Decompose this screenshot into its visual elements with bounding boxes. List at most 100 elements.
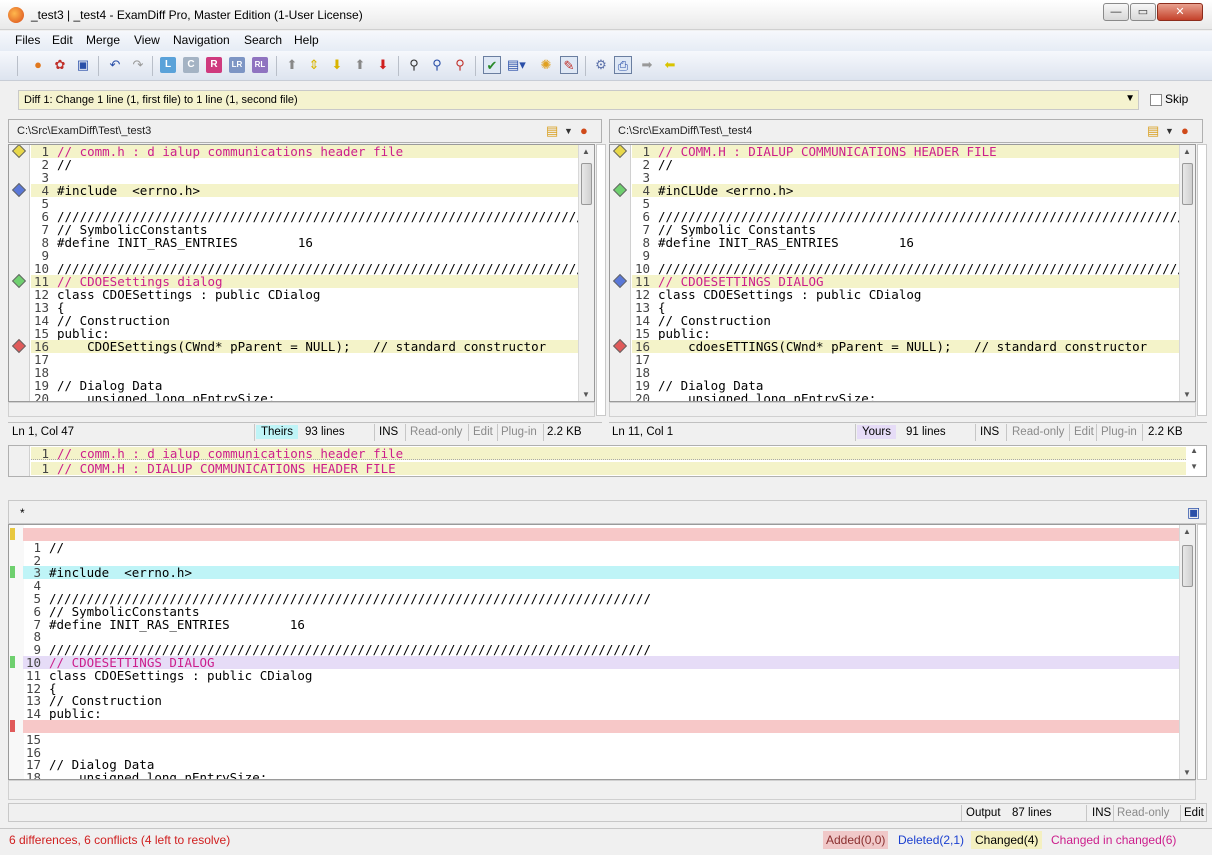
- code-line[interactable]: 8 #define INIT_RAS_ENTRIES 16: [31, 236, 578, 249]
- code-line[interactable]: 11 class CDOESettings : public CDialog: [23, 669, 1179, 682]
- output-tab[interactable]: *: [20, 506, 25, 520]
- copy-left-right-icon[interactable]: LR: [229, 57, 245, 73]
- menu-edit[interactable]: Edit: [52, 33, 73, 47]
- diff-description[interactable]: Diff 1: Change 1 line (1, first file) to…: [18, 90, 1139, 110]
- right-overview-strip[interactable]: [1197, 144, 1207, 416]
- open-icon[interactable]: ●: [29, 56, 47, 74]
- scroll-thumb[interactable]: [1182, 545, 1193, 587]
- menu-view[interactable]: View: [134, 33, 160, 47]
- minimize-button[interactable]: —: [1103, 3, 1129, 21]
- skip-checkbox[interactable]: Skip: [1150, 92, 1188, 106]
- up-icon[interactable]: ⬆: [283, 56, 301, 74]
- checkbox-box[interactable]: [1150, 93, 1162, 106]
- right-horizontal-scrollbar[interactable]: [609, 402, 1196, 417]
- scroll-down-icon[interactable]: ▼: [1190, 462, 1198, 471]
- code-line[interactable]: 12 class CDOESettings : public CDialog: [31, 288, 578, 301]
- chevron-down-icon[interactable]: ▼: [1125, 93, 1135, 104]
- scroll-down-icon[interactable]: ▼: [582, 390, 590, 399]
- copy-right-left-icon[interactable]: RL: [252, 57, 268, 73]
- first-icon[interactable]: ⬆: [351, 56, 369, 74]
- menu-navigation[interactable]: Navigation: [173, 33, 230, 47]
- print-icon[interactable]: ⎙: [614, 56, 632, 74]
- code-line[interactable]: 4 #inCLUde <errno.h>: [632, 184, 1179, 197]
- right-vertical-scrollbar[interactable]: ▲ ▼: [1179, 145, 1195, 401]
- find-icon[interactable]: ⚲: [405, 56, 423, 74]
- scroll-up-icon[interactable]: ▲: [1190, 446, 1198, 455]
- folder-open-icon[interactable]: ▤: [1147, 124, 1163, 138]
- output-overview-strip[interactable]: [1197, 524, 1207, 780]
- code-line[interactable]: [23, 528, 1179, 541]
- code-line[interactable]: 12 class CDOESettings : public CDialog: [632, 288, 1179, 301]
- code-line[interactable]: 2//: [31, 158, 578, 171]
- find-next-icon[interactable]: ⚲: [428, 56, 446, 74]
- find-prev-icon[interactable]: ⚲: [451, 56, 469, 74]
- output-vertical-scrollbar[interactable]: ▲ ▼: [1179, 525, 1195, 779]
- code-line[interactable]: 8 #define INIT_RAS_ENTRIES 16: [632, 236, 1179, 249]
- sync-icon[interactable]: ✺: [537, 56, 555, 74]
- code-line[interactable]: 20 unsigned long nEntrySize;: [632, 392, 1179, 401]
- save-icon[interactable]: ▣: [74, 56, 92, 74]
- chevron-down-icon[interactable]: ▼: [1165, 124, 1181, 138]
- redo-icon[interactable]: ↷: [129, 56, 147, 74]
- left-horizontal-scrollbar[interactable]: [8, 402, 595, 417]
- right-arrow-icon[interactable]: ➡: [638, 56, 656, 74]
- code-line[interactable]: 17: [31, 353, 578, 366]
- copy-center-icon[interactable]: C: [183, 57, 199, 73]
- last-icon[interactable]: ⬇: [374, 56, 392, 74]
- save-icon[interactable]: ▣: [1187, 504, 1203, 520]
- scroll-up-icon[interactable]: ▲: [1183, 527, 1191, 536]
- code-line[interactable]: [23, 720, 1179, 733]
- code-line[interactable]: 16 CDOESettings(CWnd* pParent = NULL); /…: [31, 340, 578, 353]
- code-line[interactable]: 4 #include <errno.h>: [31, 184, 578, 197]
- tools-icon[interactable]: ⚙: [592, 56, 610, 74]
- scroll-thumb[interactable]: [581, 163, 592, 205]
- left-code-pane[interactable]: 1// comm.h : d ialup communications head…: [8, 144, 595, 402]
- code-line[interactable]: 1 //: [23, 541, 1179, 554]
- menu-files[interactable]: Files: [15, 33, 40, 47]
- menu-help[interactable]: Help: [294, 33, 319, 47]
- code-line[interactable]: 2//: [632, 158, 1179, 171]
- output-code-pane[interactable]: 1//2 3 #include <errno.h> 4 5///////////////…: [8, 524, 1196, 780]
- close-button[interactable]: ✕: [1157, 3, 1203, 21]
- code-line[interactable]: 18 unsigned long nEntrySize;: [23, 771, 1179, 779]
- output-horizontal-scrollbar[interactable]: [8, 780, 1196, 800]
- code-line[interactable]: 13// Construction: [23, 694, 1179, 707]
- code-line[interactable]: 16: [23, 746, 1179, 759]
- code-line[interactable]: 14// Construction: [632, 314, 1179, 327]
- undo-icon[interactable]: ↶: [106, 56, 124, 74]
- copy-right-icon[interactable]: R: [206, 57, 222, 73]
- app-logo-icon[interactable]: ●: [1181, 124, 1197, 138]
- app-logo-icon[interactable]: ●: [580, 124, 596, 138]
- next-diff-icon[interactable]: ⇕: [305, 56, 323, 74]
- menu-merge[interactable]: Merge: [86, 33, 120, 47]
- code-line[interactable]: 1// COMM.H : DIALUP COMMUNICATIONS HEADE…: [632, 145, 1179, 158]
- scroll-up-icon[interactable]: ▲: [582, 147, 590, 156]
- check-icon[interactable]: ✔: [483, 56, 501, 74]
- code-line[interactable]: 12{: [23, 682, 1179, 695]
- left-vertical-scrollbar[interactable]: ▲ ▼: [578, 145, 594, 401]
- menu-search[interactable]: Search: [244, 33, 282, 47]
- options-icon[interactable]: ▤▾: [507, 56, 526, 74]
- code-line[interactable]: 17: [632, 353, 1179, 366]
- maximize-button[interactable]: ▭: [1130, 3, 1156, 21]
- folder-open-icon[interactable]: ▤: [546, 124, 562, 138]
- scroll-down-icon[interactable]: ▼: [1183, 768, 1191, 777]
- compare-icon[interactable]: ✿: [51, 56, 69, 74]
- code-line[interactable]: 14// Construction: [31, 314, 578, 327]
- code-line[interactable]: 14 public:: [23, 707, 1179, 720]
- scroll-thumb[interactable]: [1182, 163, 1193, 205]
- scroll-up-icon[interactable]: ▲: [1183, 147, 1191, 156]
- code-line[interactable]: 20 unsigned long nEntrySize;: [31, 392, 578, 401]
- code-line[interactable]: 15: [23, 733, 1179, 746]
- code-line[interactable]: 7 #define INIT_RAS_ENTRIES 16: [23, 618, 1179, 631]
- code-line[interactable]: 16 cdoesETTINGS(CWnd* pParent = NULL); /…: [632, 340, 1179, 353]
- edit-icon[interactable]: ✎: [560, 56, 578, 74]
- left-overview-strip[interactable]: [596, 144, 606, 416]
- left-arrow-icon[interactable]: ⬅: [661, 56, 679, 74]
- code-line[interactable]: 3 #include <errno.h>: [23, 566, 1179, 580]
- copy-left-icon[interactable]: L: [160, 57, 176, 73]
- line-compare-pane[interactable]: 1// comm.h : d ialup communications head…: [8, 445, 1207, 477]
- down-icon[interactable]: ⬇: [328, 56, 346, 74]
- code-line[interactable]: 6 // SymbolicConstants: [23, 605, 1179, 618]
- chevron-down-icon[interactable]: ▼: [564, 124, 580, 138]
